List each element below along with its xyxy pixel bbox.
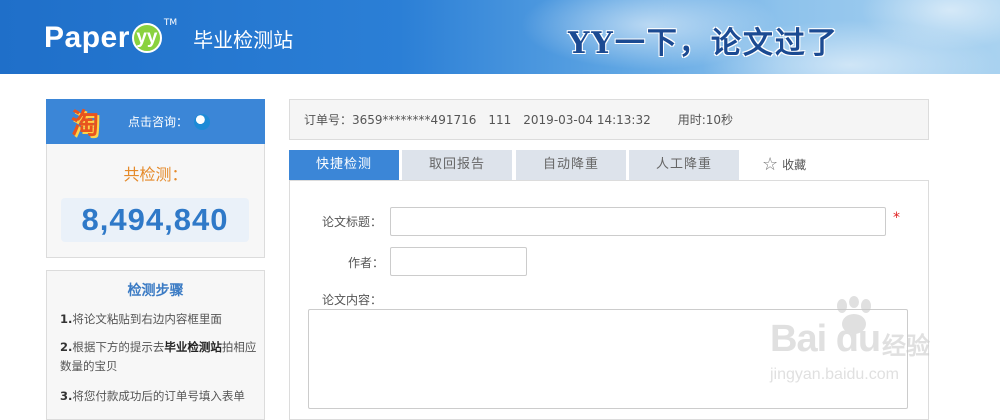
detection-count-panel: 共检测： 8,494,840 bbox=[46, 144, 265, 258]
paper-content-label: 论文内容： bbox=[322, 293, 383, 307]
site-name: 毕业检测站 bbox=[193, 27, 294, 52]
site-logo[interactable]: Paper yy TM 毕业检测站 bbox=[44, 18, 293, 58]
logo-word: Paper bbox=[44, 21, 130, 54]
paper-title-input[interactable] bbox=[390, 207, 886, 236]
star-outline-icon: ☆ bbox=[762, 153, 779, 175]
paper-title-label: 论文标题： bbox=[322, 215, 383, 229]
watermark-brand: Bai du bbox=[770, 318, 881, 360]
order-info-bar: 订单号： 3659********491716 111 2019-03-04 1… bbox=[289, 99, 929, 140]
qq-chat-icon[interactable] bbox=[194, 113, 211, 130]
duration-value: 10秒 bbox=[705, 113, 734, 127]
order-label: 订单号： bbox=[304, 113, 353, 127]
step-text: 将论文粘贴到右边内容框里面 bbox=[72, 312, 222, 326]
step-2: 2.根据下方的提示去毕业检测站拍相应数量的宝贝 bbox=[60, 338, 258, 376]
watermark-url: jingyan.baidu.com bbox=[770, 366, 899, 383]
step-highlight-link[interactable]: 毕业检测站 bbox=[164, 340, 222, 354]
count-title: 共检测： bbox=[123, 165, 188, 184]
taobao-icon: 淘 bbox=[70, 106, 99, 140]
step-text: 将您付款成功后的订单号填入表单 bbox=[72, 389, 245, 403]
count-value: 8,494,840 bbox=[61, 198, 249, 242]
tab-quick-check[interactable]: 快捷检测 bbox=[289, 150, 399, 180]
watermark-cn: 经验 bbox=[882, 332, 930, 360]
step-number: 1. bbox=[60, 312, 73, 326]
favorite-label: 收藏 bbox=[782, 158, 807, 172]
tab-retrieve-report[interactable]: 取回报告 bbox=[402, 150, 512, 180]
detection-steps-panel: 检测步骤 1.将论文粘贴到右边内容框里面 2.根据下方的提示去毕业检测站拍相应数… bbox=[46, 270, 265, 420]
order-number: 3659********491716 bbox=[352, 112, 477, 127]
step-text: 根据下方的提示去 bbox=[72, 340, 165, 354]
required-mark: * bbox=[893, 210, 900, 226]
step-3: 3.将您付款成功后的订单号填入表单 bbox=[60, 387, 258, 406]
trademark-mark: TM bbox=[163, 18, 178, 28]
baidu-jingyan-watermark: Bai du 经验 jingyan.baidu.com bbox=[770, 296, 950, 396]
logo-mark-icon: yy bbox=[131, 23, 162, 53]
favorite-button[interactable]: ☆ 收藏 bbox=[762, 153, 807, 175]
order-code: 111 bbox=[488, 112, 512, 127]
step-number: 3. bbox=[60, 389, 73, 403]
tab-auto-rewrite[interactable]: 自动降重 bbox=[516, 150, 626, 180]
step-number: 2. bbox=[60, 340, 73, 354]
consult-bar[interactable]: 淘 点击咨询： bbox=[46, 99, 265, 144]
steps-title: 检测步骤 bbox=[127, 283, 184, 299]
order-datetime: 2019-03-04 14:13:32 bbox=[523, 112, 651, 127]
consult-label: 点击咨询： bbox=[128, 115, 189, 129]
author-input[interactable] bbox=[390, 247, 527, 276]
tab-manual-rewrite[interactable]: 人工降重 bbox=[629, 150, 739, 180]
step-1: 1.将论文粘贴到右边内容框里面 bbox=[60, 310, 258, 329]
author-label: 作者： bbox=[348, 256, 385, 270]
header-banner: Paper yy TM 毕业检测站 YY一下，论文过了 bbox=[0, 0, 1000, 74]
duration-label: 用时: bbox=[677, 113, 706, 127]
slogan: YY一下，论文过了 bbox=[568, 26, 839, 61]
